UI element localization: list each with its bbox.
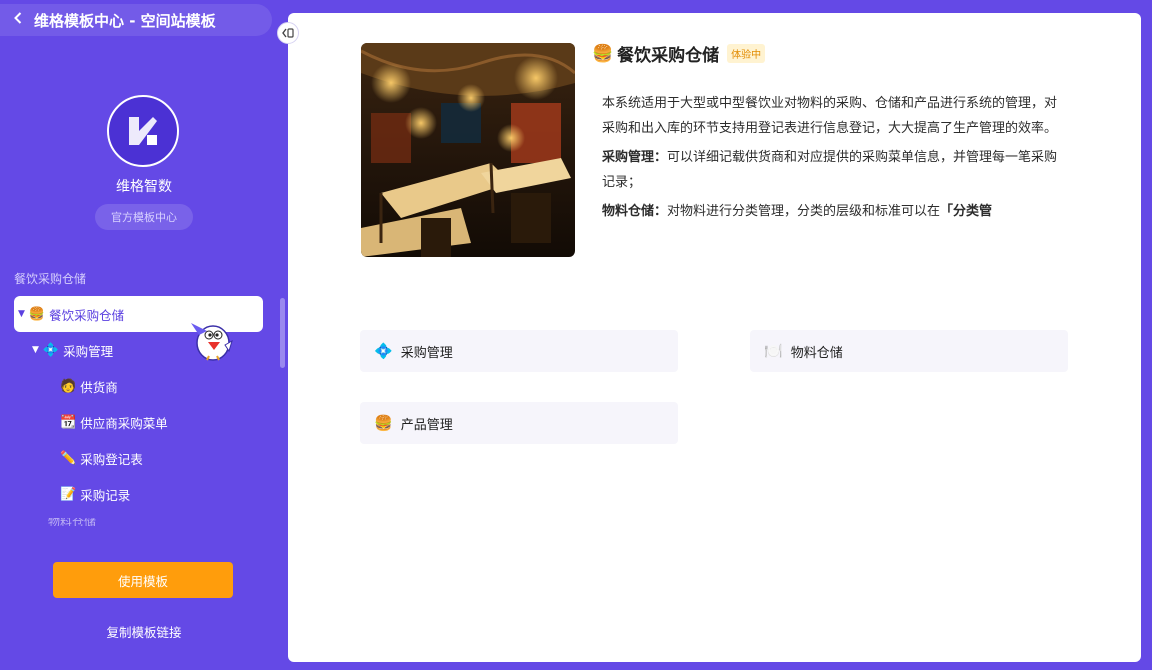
brand-name: 维格智数 xyxy=(116,179,172,195)
chevron-left-icon[interactable] xyxy=(14,12,22,28)
tree-item-supplier-menu[interactable]: 📆 供应商采购菜单 xyxy=(60,404,168,440)
template-title-row: 🍔 餐饮采购仓储 体验中 xyxy=(592,41,766,66)
tree-item-label: 采购登记表 xyxy=(80,451,143,467)
tree-item-storage-partial[interactable]: 物料仓储 xyxy=(48,518,96,526)
desc-intro: 本系统适用于大型或中型餐饮业对物料的采购、仓储和产品进行系统的管理，对采购和出入… xyxy=(602,96,1058,136)
person-icon: 🧑 xyxy=(60,378,77,394)
mascot-icon xyxy=(185,315,235,363)
sparkle-icon: 💠 xyxy=(374,342,393,360)
sidebar: 维格模板中心 - 空间站模板 维格智数 官方模板中心 餐饮采购仓储 ▼ 🍔 餐饮… xyxy=(0,0,288,670)
card-label: 物料仓储 xyxy=(790,345,843,361)
tree-item-label: 供货商 xyxy=(80,379,118,395)
restaurant-image xyxy=(361,43,575,257)
template-title: 餐饮采购仓储 xyxy=(617,46,720,66)
tree-item-register[interactable]: ✏️ 采购登记表 xyxy=(60,440,143,476)
desc-storage-bold: 「分类管 xyxy=(940,204,993,219)
tree-item-label: 餐饮采购仓储 xyxy=(49,307,125,323)
card-label: 产品管理 xyxy=(400,417,453,433)
plate-icon: 🍽️ xyxy=(764,342,783,360)
copy-template-link[interactable]: 复制模板链接 xyxy=(0,622,288,641)
status-badge: 体验中 xyxy=(727,44,766,63)
use-template-button[interactable]: 使用模板 xyxy=(53,562,233,598)
tree-item-supplier[interactable]: 🧑 供货商 xyxy=(60,368,118,404)
calendar-icon: 📆 xyxy=(60,414,77,430)
memo-icon: 📝 xyxy=(60,486,77,502)
desc-storage-text: 对物料进行分类管理，分类的层级和标准可以在 xyxy=(667,204,941,219)
sidebar-scrollbar[interactable] xyxy=(280,298,285,368)
tree-item-label: 采购记录 xyxy=(80,487,131,503)
caret-down-icon[interactable]: ▼ xyxy=(18,309,25,319)
tree-item-label: 采购管理 xyxy=(63,343,114,359)
back-header[interactable]: 维格模板中心 - 空间站模板 xyxy=(0,4,272,36)
tree-item-purchase[interactable]: ▼ 💠 采购管理 xyxy=(32,332,113,368)
header-title: 维格模板中心 - 空间站模板 xyxy=(34,11,216,30)
desc-storage: 物料仓储：对物料进行分类管理，分类的层级和标准可以在「分类管 xyxy=(602,199,1058,224)
collapse-sidebar-icon[interactable] xyxy=(277,22,299,44)
desc-purchase-text: 可以详细记载供货商和对应提供的采购菜单信息，并管理每一笔采购记录； xyxy=(602,150,1058,190)
desc-purchase: 采购管理：可以详细记载供货商和对应提供的采购菜单信息，并管理每一笔采购记录； xyxy=(602,145,1058,195)
hamburger-icon: 🍔 xyxy=(28,306,46,322)
caret-down-icon[interactable]: ▼ xyxy=(32,345,39,355)
brand-badge[interactable]: 官方模板中心 xyxy=(95,204,193,230)
hamburger-icon: 🍔 xyxy=(374,414,393,432)
tree-item-label: 供应商采购菜单 xyxy=(80,415,168,431)
desc-storage-label: 物料仓储： xyxy=(602,204,668,219)
pencil-icon: ✏️ xyxy=(60,450,77,466)
hamburger-icon: 🍔 xyxy=(592,43,614,64)
card-purchase-management[interactable]: 💠 采购管理 xyxy=(360,330,678,372)
tree-item-records[interactable]: 📝 采购记录 xyxy=(60,476,130,512)
brand-logo xyxy=(107,95,179,167)
template-description: 本系统适用于大型或中型餐饮业对物料的采购、仓储和产品进行系统的管理，对采购和出入… xyxy=(602,91,1058,228)
main-panel: 🍔 餐饮采购仓储 体验中 本系统适用于大型或中型餐饮业对物料的采购、仓储和产品进… xyxy=(288,13,1141,662)
card-product-management[interactable]: 🍔 产品管理 xyxy=(360,402,678,444)
card-material-storage[interactable]: 🍽️ 物料仓储 xyxy=(750,330,1068,372)
desc-purchase-label: 采购管理： xyxy=(602,150,668,165)
sidebar-section-title: 餐饮采购仓储 xyxy=(14,272,87,286)
sparkle-icon: 💠 xyxy=(42,342,60,358)
card-label: 采购管理 xyxy=(400,345,453,361)
